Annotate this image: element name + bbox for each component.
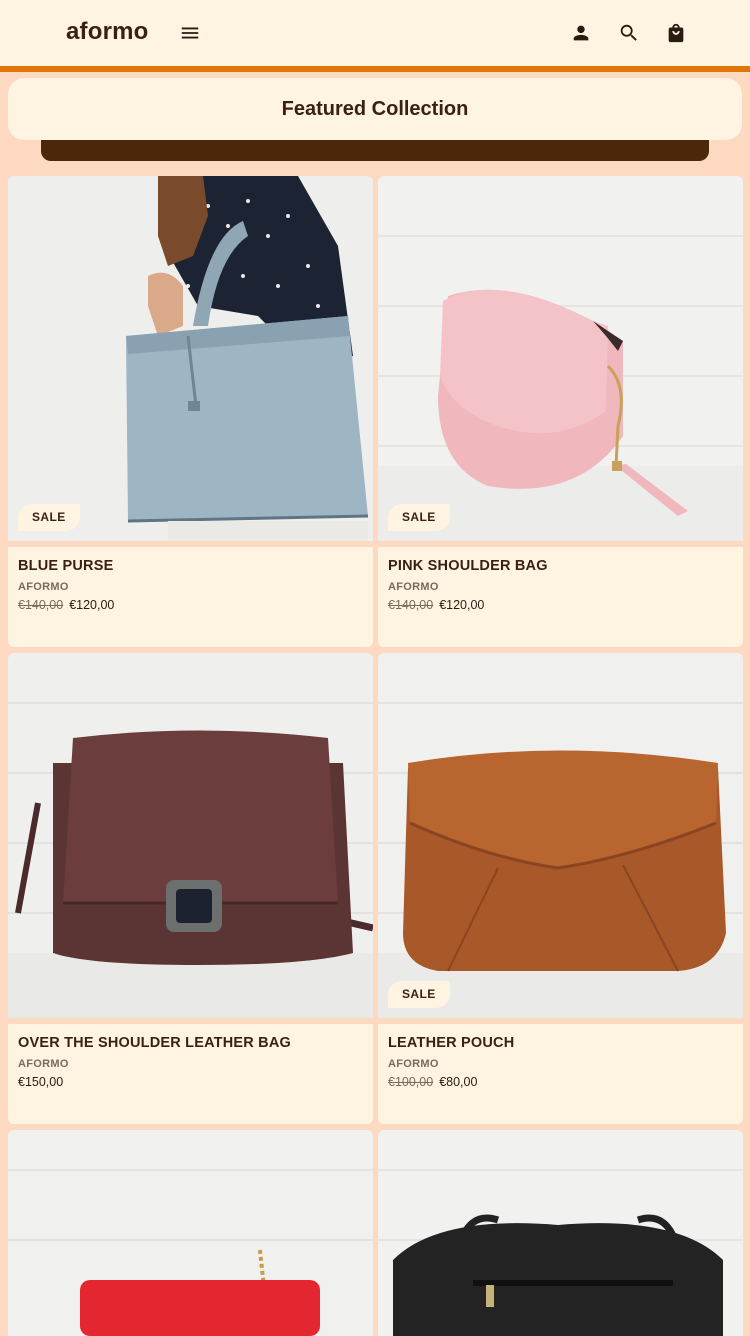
collection-banner: Featured Collection xyxy=(8,78,742,140)
product-card[interactable] xyxy=(378,1130,743,1336)
compare-at-price: €140,00 xyxy=(18,598,64,612)
product-card[interactable]: SALE PINK SHOULDER BAG AFORMO €140,00 €12… xyxy=(378,176,743,647)
product-image[interactable] xyxy=(378,1130,743,1336)
product-vendor: AFORMO xyxy=(18,581,69,593)
product-info[interactable]: BLUE PURSE AFORMO €140,00 €120,00 xyxy=(8,547,373,647)
product-image[interactable] xyxy=(8,1130,373,1336)
search-button[interactable] xyxy=(616,20,642,46)
product-price: €100,00 €80,00 xyxy=(388,1075,733,1089)
product-info[interactable]: LEATHER POUCH AFORMO €100,00 €80,00 xyxy=(378,1024,743,1124)
menu-icon xyxy=(181,27,199,39)
sale-badge: SALE xyxy=(388,504,450,531)
red-bag-photo xyxy=(8,1130,373,1336)
product-name[interactable]: PINK SHOULDER BAG xyxy=(388,558,733,574)
shopping-bag-icon xyxy=(668,23,684,43)
product-image[interactable]: SALE xyxy=(8,176,373,541)
compare-at-price: €140,00 xyxy=(388,598,434,612)
account-button[interactable] xyxy=(568,20,594,46)
product-name[interactable]: LEATHER POUCH xyxy=(388,1035,733,1051)
sale-badge: SALE xyxy=(388,981,450,1008)
product-vendor: AFORMO xyxy=(388,1058,439,1070)
product-image[interactable]: SALE xyxy=(378,653,743,1018)
cart-button[interactable] xyxy=(663,20,689,46)
menu-button[interactable] xyxy=(177,20,203,46)
black-bag-photo xyxy=(378,1130,743,1336)
product-price: €140,00 €120,00 xyxy=(18,598,363,612)
product-name[interactable]: BLUE PURSE xyxy=(18,558,363,574)
regular-price: €150,00 xyxy=(18,1075,64,1089)
product-card[interactable]: SALE LEATHER POUCH AFORMO €100,00 €80,00 xyxy=(378,653,743,1124)
product-vendor: AFORMO xyxy=(18,1058,69,1070)
product-card[interactable]: SALE BLUE PURSE AFORMO €140,00 €120,00 xyxy=(8,176,373,647)
blue-purse-photo xyxy=(8,176,373,541)
store-logo[interactable]: aformo xyxy=(66,18,149,46)
collection-title: Featured Collection xyxy=(281,97,469,120)
product-card[interactable] xyxy=(8,1130,373,1336)
site-header: aformo xyxy=(0,0,750,72)
sale-price: €80,00 xyxy=(439,1075,478,1089)
product-image[interactable] xyxy=(8,653,373,1018)
product-info[interactable]: OVER THE SHOULDER LEATHER BAG AFORMO €15… xyxy=(8,1024,373,1124)
compare-at-price: €100,00 xyxy=(388,1075,434,1089)
product-image[interactable]: SALE xyxy=(378,176,743,541)
product-info[interactable]: PINK SHOULDER BAG AFORMO €140,00 €120,00 xyxy=(378,547,743,647)
product-price: €140,00 €120,00 xyxy=(388,598,733,612)
leather-pouch-photo xyxy=(378,653,743,1018)
sale-price: €120,00 xyxy=(69,598,115,612)
sale-badge: SALE xyxy=(18,504,80,531)
product-price: €150,00 xyxy=(18,1075,363,1089)
pink-shoulder-bag-photo xyxy=(378,176,743,541)
leather-shoulder-bag-photo xyxy=(8,653,373,1018)
product-grid: SALE BLUE PURSE AFORMO €140,00 €120,00 S… xyxy=(8,176,743,1336)
search-icon xyxy=(620,24,637,41)
sale-price: €120,00 xyxy=(439,598,485,612)
product-name[interactable]: OVER THE SHOULDER LEATHER BAG xyxy=(18,1035,363,1051)
product-vendor: AFORMO xyxy=(388,581,439,593)
product-card[interactable]: OVER THE SHOULDER LEATHER BAG AFORMO €15… xyxy=(8,653,373,1124)
account-icon xyxy=(573,25,589,41)
